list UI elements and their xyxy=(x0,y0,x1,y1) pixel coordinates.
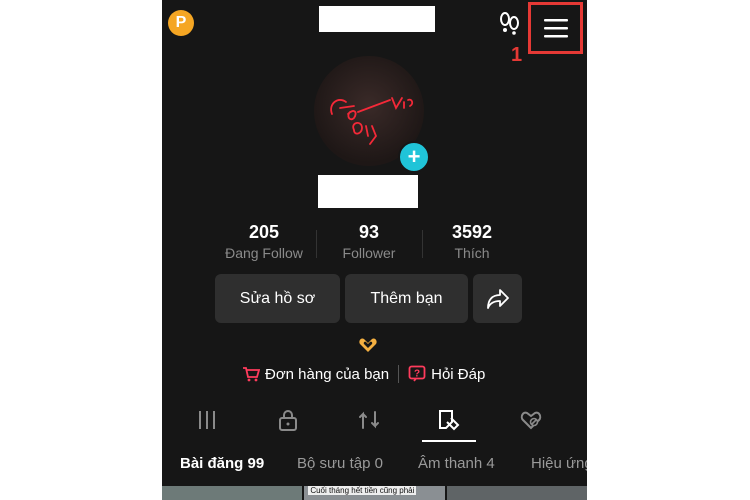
stat-label: Đang Follow xyxy=(225,245,303,261)
stat-label: Follower xyxy=(342,245,396,261)
stat-following[interactable]: 205 Đang Follow xyxy=(204,222,324,261)
tab-sounds[interactable]: Âm thanh 4 xyxy=(418,455,495,472)
svg-text:?: ? xyxy=(414,369,420,380)
repost-icon[interactable] xyxy=(357,408,381,432)
heart-hands-icon[interactable] xyxy=(358,336,378,354)
video-thumbnail[interactable] xyxy=(446,486,587,500)
add-avatar-button[interactable]: + xyxy=(398,141,430,173)
stat-value: 93 xyxy=(358,222,380,242)
cart-icon xyxy=(243,367,260,382)
video-grid: Cuối tháng hết tiền cũng phải xyxy=(162,486,587,500)
menu-button[interactable] xyxy=(528,2,583,54)
stat-value: 3592 xyxy=(451,222,493,242)
grid-icon[interactable] xyxy=(195,408,219,432)
stat-likes[interactable]: 3592 Thích xyxy=(412,222,532,261)
stat-label: Thích xyxy=(454,245,490,261)
video-thumbnail[interactable] xyxy=(162,486,303,500)
faq-link[interactable]: Hỏi Đáp xyxy=(431,366,485,383)
profile-name-redacted xyxy=(319,6,435,32)
question-icon: ? xyxy=(408,365,426,382)
coin-label: P xyxy=(175,14,187,31)
coin-icon[interactable]: P xyxy=(168,10,194,36)
share-icon xyxy=(486,288,509,309)
orders-link[interactable]: Đơn hàng của bạn xyxy=(265,366,389,383)
share-profile-button[interactable] xyxy=(473,274,522,323)
tab-posts[interactable]: Bài đăng 99 xyxy=(180,455,264,472)
shortcut-links: Đơn hàng của bạn ? Hỏi Đáp xyxy=(242,365,485,383)
active-tab-indicator xyxy=(422,440,476,442)
content-tabs: Bài đăng 99 Bộ sưu tập 0 Âm thanh 4 Hiệu… xyxy=(162,455,587,477)
footprints-icon[interactable] xyxy=(497,10,521,36)
stat-followers[interactable]: 93 Follower xyxy=(309,222,429,261)
annotation-number: 1 xyxy=(511,44,523,66)
stat-value: 205 xyxy=(248,222,280,242)
menu-icon xyxy=(543,19,568,38)
profile-screen: P 1 + 205 Đang Follow 93 Follower 3592 T… xyxy=(162,0,587,500)
plus-icon: + xyxy=(407,144,421,169)
edit-profile-button[interactable]: Sửa hồ sơ xyxy=(215,274,340,323)
video-thumbnail[interactable]: Cuối tháng hết tiền cũng phải xyxy=(304,486,445,500)
tab-effects[interactable]: Hiệu ứng xyxy=(531,455,587,472)
liked-icon[interactable] xyxy=(519,408,543,432)
tab-collections[interactable]: Bộ sưu tập 0 xyxy=(297,455,383,472)
divider xyxy=(398,365,400,383)
lock-icon[interactable] xyxy=(276,408,300,432)
add-friend-button[interactable]: Thêm bạn xyxy=(345,274,468,323)
tag-icon[interactable] xyxy=(437,408,461,432)
thumbnail-caption: Cuối tháng hết tiền cũng phải xyxy=(308,486,417,495)
username-redacted xyxy=(318,175,418,208)
